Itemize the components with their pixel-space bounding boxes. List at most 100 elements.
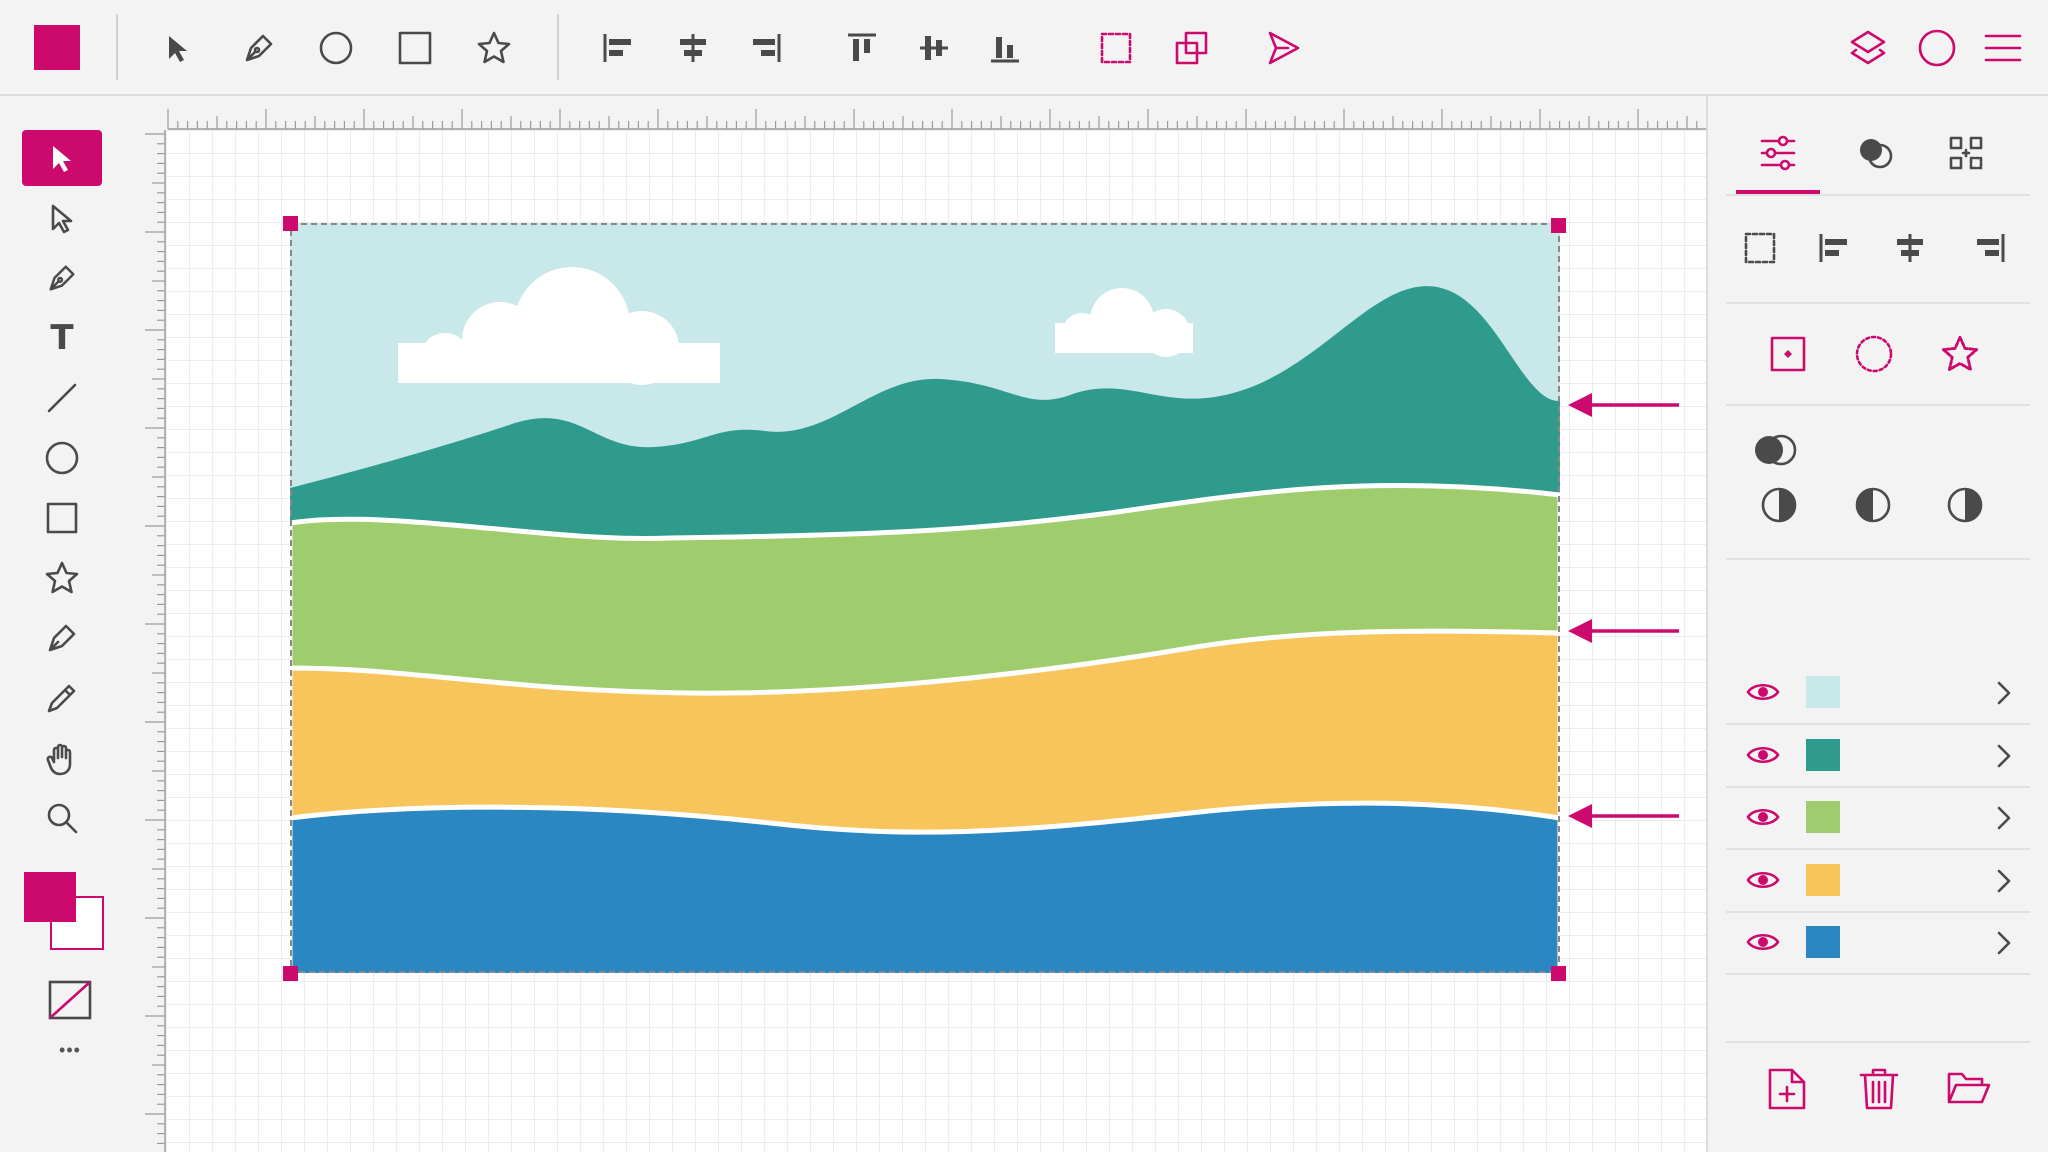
eye-icon[interactable]	[1746, 804, 1780, 830]
no-fill-icon	[48, 980, 92, 1020]
hand-tool[interactable]	[22, 730, 102, 786]
group-selection-button[interactable]	[1740, 228, 1780, 268]
layer-row[interactable]	[1726, 850, 2030, 913]
more-icon: •••	[59, 1040, 81, 1060]
align-right-button[interactable]	[1970, 228, 2010, 268]
eye-icon[interactable]	[1746, 742, 1780, 768]
chevron-right-icon[interactable]	[1996, 930, 2012, 956]
direct-select-icon	[51, 204, 73, 234]
tool-panel: T •••	[0, 96, 130, 1152]
duplicate-icon[interactable]	[1164, 20, 1220, 76]
align-left-icon[interactable]	[590, 20, 646, 76]
align-left-button[interactable]	[1814, 228, 1854, 268]
align-right-icon[interactable]	[738, 20, 794, 76]
pencil-icon	[47, 684, 76, 713]
pencil-tool[interactable]	[22, 670, 102, 726]
more-tools-button[interactable]: •••	[40, 1040, 100, 1068]
eye-icon[interactable]	[1746, 679, 1780, 705]
text-tool[interactable]: T	[22, 310, 102, 366]
layer-color-swatch	[1806, 676, 1840, 708]
shape-rectangle-button[interactable]	[1768, 334, 1808, 374]
pen-icon[interactable]	[231, 20, 287, 76]
text-icon: T	[50, 318, 74, 358]
eye-icon[interactable]	[1746, 867, 1780, 893]
pen-icon	[49, 265, 75, 291]
contrast-icon	[1855, 487, 1891, 523]
arrow-indicator-icon	[1568, 804, 1679, 828]
star-tool[interactable]	[22, 550, 102, 606]
chevron-right-icon[interactable]	[1996, 805, 2012, 831]
rectangle-icon[interactable]	[387, 20, 443, 76]
new-page-icon	[1768, 1068, 1806, 1110]
chevron-right-icon[interactable]	[1996, 868, 2012, 894]
blend-icon	[1860, 139, 1893, 169]
send-icon[interactable]	[1256, 20, 1312, 76]
rectangle-icon	[46, 502, 78, 534]
layer-row[interactable]	[1726, 725, 2030, 788]
properties-panel	[1706, 96, 2048, 1152]
chevron-right-icon[interactable]	[1996, 680, 2012, 706]
align-middle-icon[interactable]	[906, 20, 962, 76]
align-center-icon[interactable]	[665, 20, 721, 76]
align-center-button[interactable]	[1890, 228, 1930, 268]
artwork[interactable]	[290, 223, 1560, 973]
shape-row	[1726, 304, 2030, 406]
fill-stroke-swatches[interactable]	[24, 872, 106, 952]
ruler-horizontal	[128, 96, 1706, 130]
trash-icon	[1859, 1068, 1899, 1110]
layers-icon[interactable]	[1840, 20, 1896, 76]
shape-star-button[interactable]	[1940, 334, 1980, 374]
layer-row[interactable]	[1726, 662, 2030, 725]
star-icon[interactable]	[466, 20, 522, 76]
align-left-icon	[1819, 234, 1847, 262]
align-row	[1726, 196, 2030, 304]
brush-tool[interactable]	[22, 610, 102, 666]
ellipse-icon	[45, 441, 79, 475]
menu-icon[interactable]	[1975, 20, 2031, 76]
shape-ellipse-button[interactable]	[1854, 334, 1894, 374]
open-folder-button[interactable]	[1946, 1068, 1992, 1108]
tab-properties[interactable]	[1736, 116, 1820, 190]
pen-tool[interactable]	[22, 250, 102, 306]
group-selection-icon[interactable]	[1088, 20, 1144, 76]
fill-color-swatch[interactable]	[24, 872, 76, 922]
ellipse-icon[interactable]	[308, 20, 364, 76]
direct-select-tool[interactable]	[22, 190, 102, 246]
resize-handle-bottom-left[interactable]	[283, 966, 298, 981]
blend-mode-button[interactable]	[1752, 430, 1800, 470]
layer-row[interactable]	[1726, 912, 2030, 975]
grid-icon	[1949, 136, 1983, 170]
brush-icon	[48, 624, 76, 652]
rectangle-tool[interactable]	[22, 490, 102, 546]
chevron-right-icon[interactable]	[1996, 743, 2012, 769]
contrast-button-2[interactable]	[1854, 486, 1892, 524]
new-page-button[interactable]	[1766, 1066, 1808, 1112]
select-tool[interactable]	[22, 130, 102, 186]
tab-grid[interactable]	[1924, 116, 2008, 190]
align-top-icon[interactable]	[834, 20, 890, 76]
arrow-indicator-icon	[1568, 619, 1679, 643]
brand-swatch[interactable]	[34, 25, 80, 70]
align-bottom-icon[interactable]	[977, 20, 1033, 76]
no-fill-button[interactable]	[48, 980, 92, 1020]
line-tool[interactable]	[22, 370, 102, 426]
contrast-button-1[interactable]	[1760, 486, 1798, 524]
resize-handle-top-right[interactable]	[1551, 218, 1566, 233]
eye-icon[interactable]	[1746, 929, 1780, 955]
tab-blend[interactable]	[1834, 116, 1918, 190]
resize-handle-top-left[interactable]	[283, 216, 298, 231]
star-icon	[45, 561, 79, 594]
contrast-button-3[interactable]	[1946, 486, 1984, 524]
toolbar-divider	[557, 14, 559, 80]
layer-color-swatch	[1806, 863, 1840, 896]
rectangle-anchor-icon	[1770, 336, 1806, 372]
layer-row[interactable]	[1726, 787, 2030, 850]
resize-handle-bottom-right[interactable]	[1551, 966, 1566, 981]
water	[290, 800, 1560, 973]
delete-button[interactable]	[1858, 1066, 1900, 1112]
zoom-tool[interactable]	[22, 790, 102, 846]
select-icon[interactable]	[150, 20, 206, 76]
blend-icon	[1755, 434, 1797, 466]
circle-icon[interactable]	[1909, 20, 1965, 76]
ellipse-tool[interactable]	[22, 430, 102, 486]
